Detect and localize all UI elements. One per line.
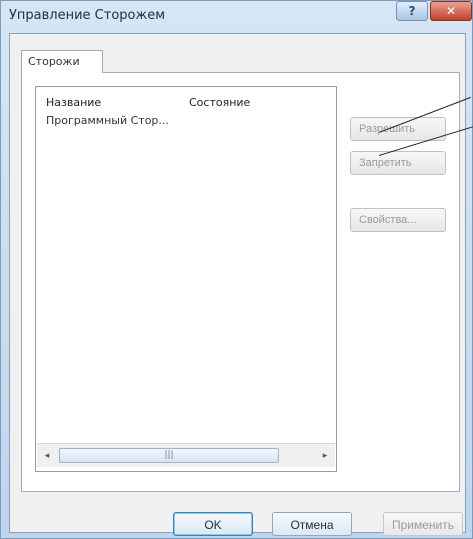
scroll-left-arrow-icon[interactable]: ◂ <box>39 448 55 464</box>
tab-watchdogs[interactable]: Сторожи <box>21 50 103 73</box>
list-header: Название Состояние <box>36 87 336 111</box>
close-icon: ✕ <box>445 4 457 18</box>
thumb-grip-icon: ||| <box>164 450 174 460</box>
scroll-right-arrow-icon[interactable]: ▸ <box>317 448 333 464</box>
close-button[interactable]: ✕ <box>430 1 472 21</box>
ok-button[interactable]: OK <box>173 512 253 536</box>
horizontal-scrollbar[interactable]: ◂ ||| ▸ <box>37 443 335 467</box>
column-header-name[interactable]: Название <box>46 96 101 109</box>
allow-button[interactable]: Разрешить <box>350 117 446 141</box>
watchdog-list[interactable]: Название Состояние Программный Стор... ◂… <box>35 86 337 472</box>
title-bar: Управление Сторожем ? ✕ <box>1 1 472 33</box>
window-title: Управление Сторожем <box>9 8 166 23</box>
help-icon: ? <box>408 4 416 18</box>
scrollbar-thumb[interactable]: ||| <box>59 448 279 463</box>
dialog-client-area: Сторожи Название Состояние Программный С… <box>9 33 466 536</box>
title-buttons: ? ✕ <box>394 1 472 21</box>
cancel-button[interactable]: Отмена <box>272 512 352 536</box>
column-header-state[interactable]: Состояние <box>189 96 250 109</box>
help-button[interactable]: ? <box>396 1 428 21</box>
properties-button[interactable]: Свойства... <box>350 208 446 232</box>
dialog-window: Управление Сторожем ? ✕ Сторожи Название… <box>0 0 473 539</box>
deny-button[interactable]: Запретить <box>350 151 446 175</box>
apply-button[interactable]: Применить <box>383 512 463 536</box>
list-item-name: Программный Стор... <box>46 114 169 127</box>
list-item[interactable]: Программный Стор... <box>36 111 336 129</box>
